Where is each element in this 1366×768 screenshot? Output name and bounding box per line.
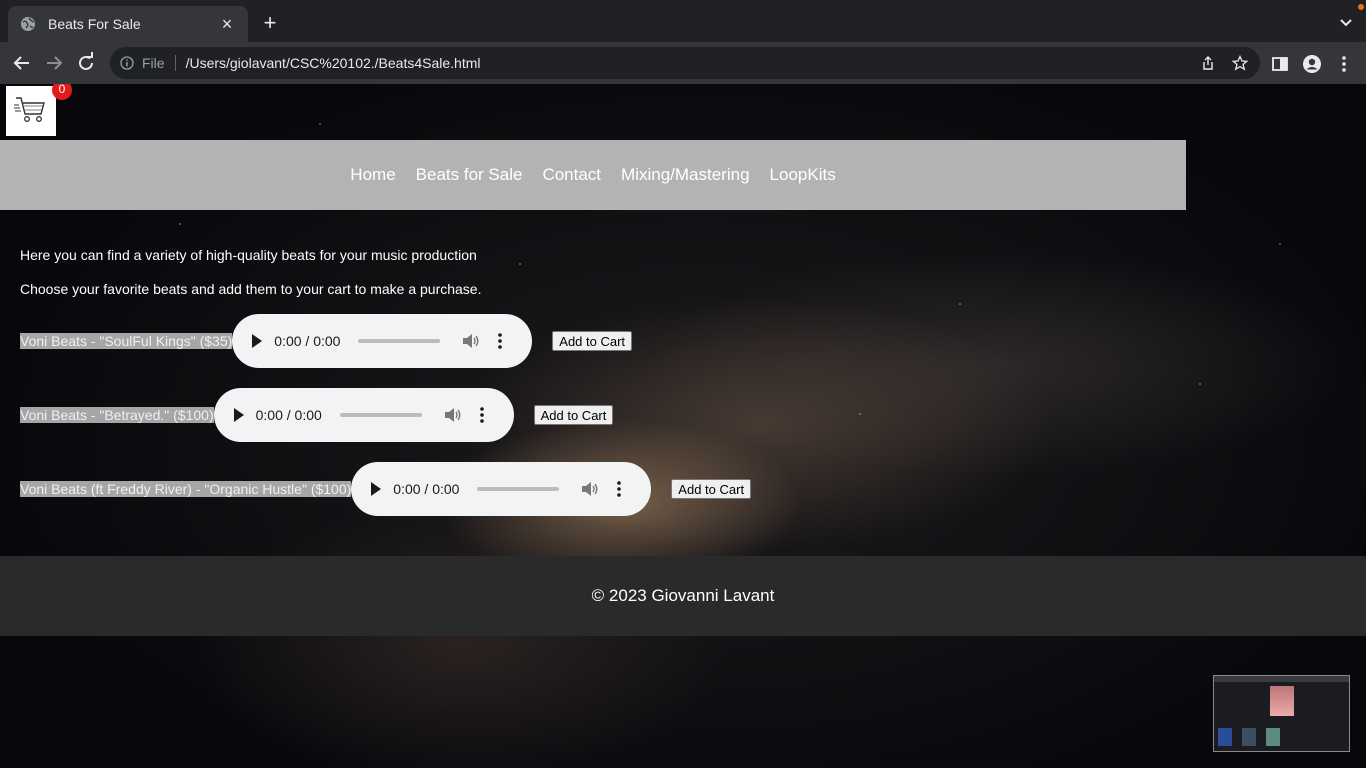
- audio-time: 0:00 / 0:00: [274, 333, 341, 349]
- chevron-down-icon[interactable]: [1338, 14, 1354, 30]
- forward-arrow-icon[interactable]: [42, 51, 66, 75]
- close-tab-icon[interactable]: ×: [218, 15, 236, 33]
- nav-contact[interactable]: Contact: [542, 165, 601, 185]
- info-icon[interactable]: [120, 56, 134, 70]
- more-options-icon[interactable]: [498, 333, 503, 349]
- profile-avatar-icon[interactable]: [1302, 54, 1322, 74]
- audio-progress-slider[interactable]: [339, 413, 422, 417]
- url-text[interactable]: /Users/giolavant/CSC%20102./Beats4Sale.h…: [186, 55, 481, 71]
- audio-progress-slider[interactable]: [477, 487, 560, 491]
- browser-tab-strip: Beats For Sale × +: [0, 0, 1366, 42]
- tab-title: Beats For Sale: [48, 16, 141, 32]
- page-footer: © 2023 Giovanni Lavant: [0, 556, 1366, 636]
- window-preview-thumbnail[interactable]: [1213, 675, 1350, 752]
- shopping-cart-icon: [14, 97, 45, 122]
- cart-count-badge: 0: [52, 84, 72, 100]
- thumbnail-cover: [1266, 728, 1280, 746]
- add-to-cart-button[interactable]: Add to Cart: [533, 405, 614, 425]
- intro-text: Here you can find a variety of high-qual…: [20, 247, 477, 263]
- more-options-icon[interactable]: [479, 407, 484, 423]
- more-options-icon[interactable]: [617, 481, 622, 497]
- new-tab-button[interactable]: +: [258, 12, 282, 36]
- beat-item: Voni Beats (ft Freddy River) - "Organic …: [20, 462, 752, 516]
- volume-icon[interactable]: [581, 481, 599, 497]
- url-scheme: File: [142, 55, 176, 71]
- audio-player[interactable]: 0:00 / 0:00: [213, 388, 514, 442]
- cart-button[interactable]: 0: [6, 84, 72, 136]
- thumbnail-bar: [1214, 676, 1349, 682]
- play-icon[interactable]: [252, 334, 263, 348]
- volume-icon[interactable]: [444, 407, 462, 423]
- nav-home[interactable]: Home: [350, 165, 395, 185]
- browser-tab[interactable]: Beats For Sale ×: [8, 6, 248, 42]
- beat-title: Voni Beats (ft Freddy River) - "Organic …: [20, 481, 352, 497]
- thumbnail-image: [1270, 686, 1294, 716]
- add-to-cart-button[interactable]: Add to Cart: [552, 331, 633, 351]
- beat-item: Voni Beats - "Betrayed." ($100) 0:00 / 0…: [20, 388, 614, 442]
- side-panel-icon[interactable]: [1270, 54, 1290, 74]
- audio-progress-slider[interactable]: [358, 339, 441, 343]
- beat-title: Voni Beats - "Betrayed." ($100): [20, 407, 214, 423]
- volume-icon[interactable]: [462, 333, 480, 349]
- nav-loopkits[interactable]: LoopKits: [770, 165, 836, 185]
- browser-menu-icon[interactable]: [1334, 54, 1354, 74]
- intro-instructions: Choose your favorite beats and add them …: [20, 281, 482, 297]
- audio-time: 0:00 / 0:00: [393, 481, 460, 497]
- back-arrow-icon[interactable]: [10, 51, 34, 75]
- browser-toolbar: File /Users/giolavant/CSC%20102./Beats4S…: [0, 42, 1366, 84]
- bookmark-star-icon[interactable]: [1232, 55, 1248, 71]
- thumbnail-cover: [1242, 728, 1256, 746]
- thumbnail-cover: [1218, 728, 1232, 746]
- audio-time: 0:00 / 0:00: [255, 407, 322, 423]
- address-bar[interactable]: File /Users/giolavant/CSC%20102./Beats4S…: [110, 47, 1260, 79]
- main-nav: Home Beats for Sale Contact Mixing/Maste…: [0, 140, 1186, 210]
- play-icon[interactable]: [371, 482, 382, 496]
- beat-item: Voni Beats - "SoulFul Kings" ($35) 0:00 …: [20, 314, 633, 368]
- share-icon[interactable]: [1200, 55, 1216, 71]
- page-body: 0 Home Beats for Sale Contact Mixing/Mas…: [0, 84, 1366, 768]
- notification-dot: [1358, 4, 1364, 10]
- reload-icon[interactable]: [74, 51, 98, 75]
- globe-icon: [21, 17, 35, 31]
- copyright-text: © 2023 Giovanni Lavant: [591, 586, 775, 605]
- nav-mixing-mastering[interactable]: Mixing/Mastering: [621, 165, 750, 185]
- add-to-cart-button[interactable]: Add to Cart: [671, 479, 752, 499]
- play-icon[interactable]: [233, 408, 244, 422]
- nav-beats-for-sale[interactable]: Beats for Sale: [416, 165, 523, 185]
- audio-player[interactable]: 0:00 / 0:00: [351, 462, 652, 516]
- beat-title: Voni Beats - "SoulFul Kings" ($35): [20, 333, 233, 349]
- audio-player[interactable]: 0:00 / 0:00: [232, 314, 533, 368]
